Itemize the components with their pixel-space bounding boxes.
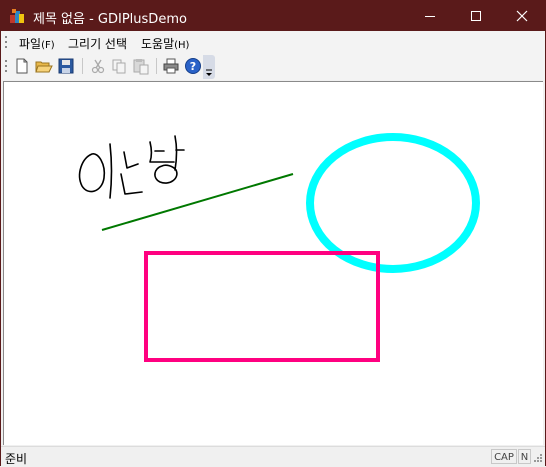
- menu-help-mnemonic: (H): [174, 40, 190, 51]
- drawing-canvas[interactable]: [3, 81, 543, 445]
- help-button[interactable]: ?: [184, 57, 202, 75]
- svg-text:?: ?: [190, 60, 196, 73]
- resize-grip-icon[interactable]: [533, 453, 543, 463]
- save-disk-icon: [58, 58, 74, 74]
- close-button[interactable]: [499, 1, 545, 31]
- green-line: [101, 173, 294, 231]
- toolbar-separator: [82, 58, 83, 74]
- paste-button[interactable]: [132, 57, 150, 75]
- save-button[interactable]: [57, 57, 75, 75]
- handwriting-annyeong: [78, 135, 185, 199]
- print-button[interactable]: [162, 57, 180, 75]
- toolbar: ?: [1, 53, 545, 80]
- num-lock-indicator: N: [518, 449, 531, 464]
- cyan-ellipse: [306, 133, 480, 273]
- menu-file-mnemonic: (F): [41, 40, 55, 51]
- minimize-button[interactable]: [407, 1, 453, 31]
- help-icon: ?: [185, 58, 201, 74]
- menu-help-label: 도움말: [141, 37, 175, 51]
- menu-file[interactable]: 파일(F): [19, 35, 55, 52]
- pink-rectangle: [144, 251, 380, 362]
- caps-lock-indicator: CAP: [491, 449, 517, 464]
- status-bar: 준비 CAP N: [1, 446, 545, 466]
- overflow-chevron-icon: [206, 69, 212, 76]
- toolbar-separator: [156, 58, 157, 74]
- copy-icon: [112, 59, 126, 74]
- drawing-surface: [78, 133, 480, 362]
- menu-file-label: 파일: [19, 37, 42, 51]
- open-button[interactable]: [35, 57, 53, 75]
- menu-bar: 파일(F) 그리기 선택 도움말(H): [1, 31, 545, 53]
- menu-grip-icon: [5, 36, 7, 48]
- close-icon: [516, 10, 528, 22]
- cut-icon: [91, 59, 105, 74]
- minimize-icon: [425, 16, 435, 17]
- status-text: 준비: [5, 452, 28, 466]
- window-title: 제목 없음 - GDIPlusDemo: [33, 12, 187, 27]
- toolbar-overflow-button[interactable]: [203, 55, 215, 79]
- open-folder-icon: [35, 61, 53, 73]
- new-button[interactable]: [13, 57, 31, 75]
- maximize-button[interactable]: [453, 1, 499, 31]
- maximize-icon: [471, 11, 481, 21]
- toolbar-grip-icon: [5, 60, 7, 72]
- app-window: 제목 없음 - GDIPlusDemo 파일(F) 그리기 선택 도움말(H): [0, 0, 546, 466]
- app-icon: [10, 9, 24, 23]
- new-file-icon: [16, 58, 28, 74]
- copy-button[interactable]: [110, 57, 128, 75]
- menu-draw-select-label: 그리기 선택: [68, 37, 128, 51]
- menu-help[interactable]: 도움말(H): [141, 35, 189, 52]
- print-icon: [163, 58, 179, 74]
- cut-button[interactable]: [89, 57, 107, 75]
- menu-draw-select[interactable]: 그리기 선택: [68, 35, 127, 52]
- title-bar[interactable]: 제목 없음 - GDIPlusDemo: [1, 1, 545, 31]
- paste-icon: [133, 59, 149, 75]
